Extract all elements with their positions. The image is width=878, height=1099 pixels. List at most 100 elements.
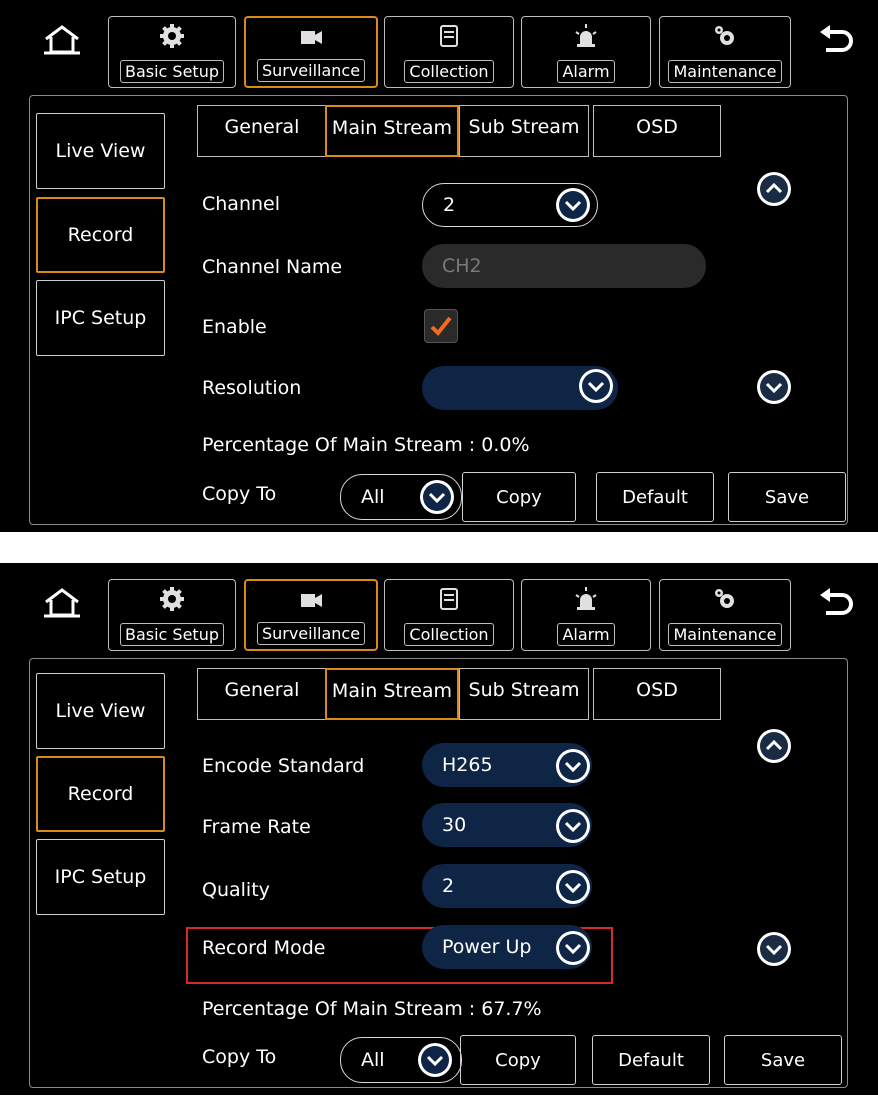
nav-surveillance[interactable]: Surveillance <box>244 579 378 651</box>
chevron-up-icon[interactable] <box>757 729 791 763</box>
nav-basic-setup[interactable]: Basic Setup <box>108 579 236 651</box>
sidebar-item-live-view[interactable]: Live View <box>36 113 165 189</box>
frame-rate-value: 30 <box>442 814 467 836</box>
copy-to-value: All <box>361 486 385 508</box>
quality-label: Quality <box>202 879 270 901</box>
chevron-down-icon[interactable] <box>420 480 454 514</box>
enable-label: Enable <box>202 316 267 338</box>
tab-label: Sub Stream <box>468 679 580 701</box>
button-label: Save <box>760 1049 806 1071</box>
button-label: Default <box>622 486 688 508</box>
button-label: Default <box>618 1049 684 1071</box>
nav-label: Alarm <box>557 623 615 646</box>
button-label: Copy <box>496 486 542 508</box>
home-icon[interactable] <box>42 585 82 621</box>
chevron-down-icon[interactable] <box>556 809 590 843</box>
channel-name-placeholder: CH2 <box>442 255 482 277</box>
nav-label: Collection <box>404 60 494 83</box>
tab-label: General <box>224 116 300 138</box>
sidebar-item-live-view[interactable]: Live View <box>36 673 165 749</box>
checkmark-icon <box>430 316 452 336</box>
nav-maintenance[interactable]: Maintenance <box>659 16 791 88</box>
tab-label: Main Stream <box>331 680 453 702</box>
record-mode-value: Power Up <box>442 936 532 958</box>
nav-maintenance[interactable]: Maintenance <box>659 579 791 651</box>
nav-surveillance[interactable]: Surveillance <box>244 16 378 88</box>
button-label: Save <box>764 486 810 508</box>
chevron-down-icon[interactable] <box>556 749 590 783</box>
nav-basic-setup[interactable]: Basic Setup <box>108 16 236 88</box>
frame-rate-label: Frame Rate <box>202 816 311 838</box>
document-icon <box>440 25 458 47</box>
tab-main-stream[interactable]: Main Stream <box>325 668 459 720</box>
chevron-down-icon[interactable] <box>757 370 791 404</box>
chevron-down-icon[interactable] <box>579 369 613 403</box>
alarm-icon <box>575 587 597 610</box>
back-arrow-icon[interactable] <box>816 22 856 62</box>
copy-button[interactable]: Copy <box>460 1035 576 1085</box>
enable-checkbox[interactable] <box>424 309 458 343</box>
tab-sub-stream[interactable]: Sub Stream <box>459 668 589 720</box>
sidebar-item-record[interactable]: Record <box>36 756 165 832</box>
chevron-down-icon[interactable] <box>556 931 590 965</box>
sidebar-item-label: IPC Setup <box>54 866 147 888</box>
sidebar-item-label: Live View <box>55 140 146 162</box>
tab-main-stream[interactable]: Main Stream <box>325 105 459 157</box>
sidebar-item-label: Live View <box>55 700 146 722</box>
chevron-up-icon[interactable] <box>757 172 791 206</box>
nav-collection[interactable]: Collection <box>384 16 514 88</box>
sidebar-item-label: Record <box>67 783 134 805</box>
default-button[interactable]: Default <box>596 472 714 522</box>
nav-label: Surveillance <box>256 622 366 645</box>
channel-name-label: Channel Name <box>202 256 343 278</box>
nav-label: Alarm <box>557 60 615 83</box>
screenshot-panel-1: Basic Setup Surveillance Collection Alar… <box>0 0 878 532</box>
tab-osd[interactable]: OSD <box>593 668 721 720</box>
nav-label: Basic Setup <box>119 623 224 646</box>
tab-general[interactable]: General <box>197 668 327 720</box>
quality-value: 2 <box>442 875 455 897</box>
sidebar-item-ipc-setup[interactable]: IPC Setup <box>36 839 165 915</box>
tab-label: General <box>224 679 300 701</box>
tab-label: OSD <box>636 116 678 138</box>
copy-to-value: All <box>361 1049 385 1071</box>
copy-button[interactable]: Copy <box>462 472 576 522</box>
alarm-icon <box>575 24 597 47</box>
resolution-label: Resolution <box>202 377 302 399</box>
nav-alarm[interactable]: Alarm <box>521 16 651 88</box>
document-icon <box>440 588 458 610</box>
default-button[interactable]: Default <box>592 1035 710 1085</box>
nav-alarm[interactable]: Alarm <box>521 579 651 651</box>
chevron-down-icon[interactable] <box>418 1043 452 1077</box>
copy-to-label: Copy To <box>202 1046 277 1068</box>
maintenance-gear-icon <box>715 589 734 608</box>
nav-label: Collection <box>404 623 494 646</box>
channel-name-input[interactable]: CH2 <box>422 244 706 288</box>
nav-label: Surveillance <box>256 59 366 82</box>
tab-osd[interactable]: OSD <box>593 105 721 157</box>
tab-general[interactable]: General <box>197 105 327 157</box>
sidebar-item-record[interactable]: Record <box>36 197 165 273</box>
camera-icon <box>301 31 322 44</box>
nav-collection[interactable]: Collection <box>384 579 514 651</box>
save-button[interactable]: Save <box>728 472 846 522</box>
save-button[interactable]: Save <box>724 1035 842 1085</box>
chevron-down-icon[interactable] <box>757 932 791 966</box>
maintenance-gear-icon <box>715 26 734 45</box>
nav-label: Maintenance <box>668 60 782 83</box>
sidebar-item-label: Record <box>67 224 134 246</box>
sidebar-item-label: IPC Setup <box>54 307 147 329</box>
sidebar-item-ipc-setup[interactable]: IPC Setup <box>36 280 165 356</box>
button-label: Copy <box>495 1049 541 1071</box>
camera-icon <box>301 594 322 607</box>
chevron-down-icon[interactable] <box>556 870 590 904</box>
gear-icon <box>160 24 184 48</box>
channel-label: Channel <box>202 193 281 215</box>
encode-standard-value: H265 <box>442 754 493 776</box>
percentage-text: Percentage Of Main Stream : 0.0% <box>202 434 530 456</box>
nav-label: Maintenance <box>668 623 782 646</box>
home-icon[interactable] <box>42 22 82 58</box>
tab-sub-stream[interactable]: Sub Stream <box>459 105 589 157</box>
back-arrow-icon[interactable] <box>816 585 856 625</box>
chevron-down-icon[interactable] <box>556 188 590 222</box>
